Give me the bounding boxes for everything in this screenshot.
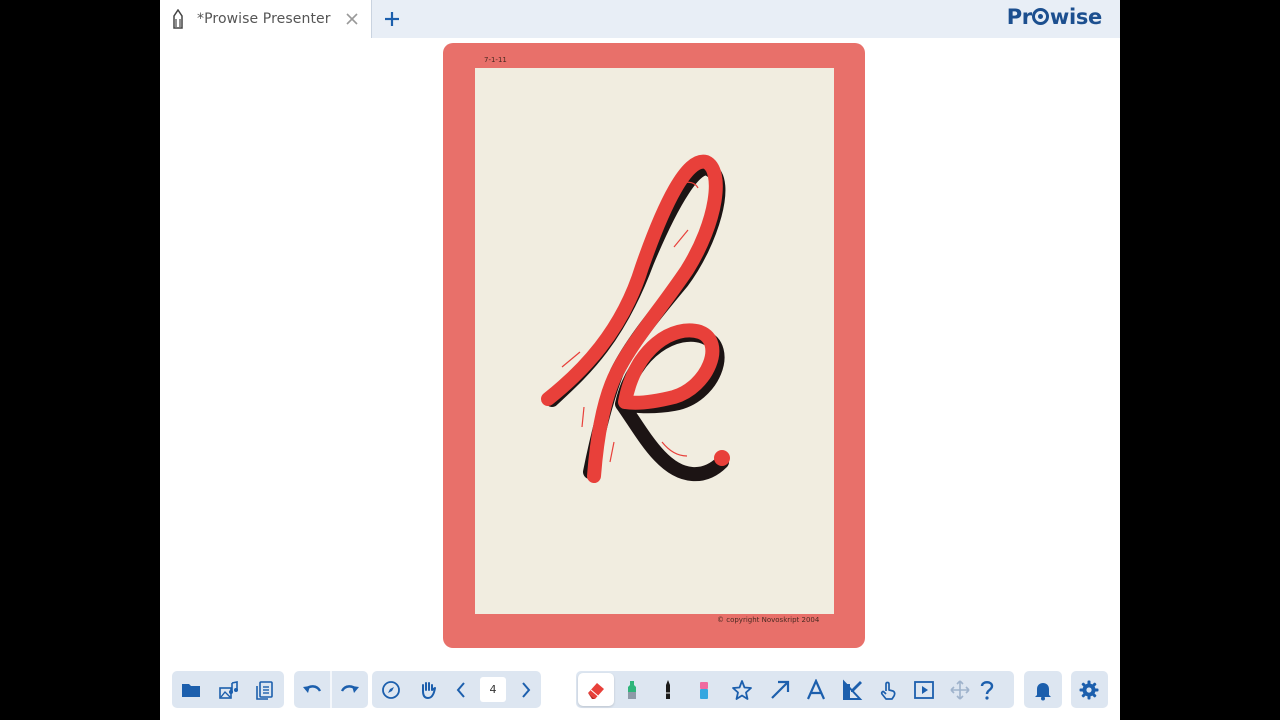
help-button[interactable] xyxy=(969,671,1005,708)
navigation-tools-group: 4 xyxy=(372,671,541,708)
undo-button[interactable] xyxy=(294,671,330,708)
logo-text-end: wise xyxy=(1049,5,1102,29)
presenter-file-icon xyxy=(173,9,183,29)
open-button[interactable] xyxy=(173,671,209,708)
history-tools-group xyxy=(294,671,368,708)
folder-icon xyxy=(182,683,200,697)
chevron-left-icon xyxy=(456,681,465,698)
touch-icon xyxy=(880,681,896,700)
settings-group xyxy=(1071,671,1108,708)
shapes-tool[interactable] xyxy=(724,671,760,708)
pen-tool[interactable] xyxy=(650,671,686,708)
move-icon xyxy=(950,679,970,700)
pen-icon xyxy=(666,679,670,699)
previous-page-button[interactable] xyxy=(443,671,479,708)
ruler-icon xyxy=(843,678,863,700)
close-tab-icon[interactable] xyxy=(344,11,360,27)
compass-button[interactable] xyxy=(373,671,409,708)
eraser-icon xyxy=(588,682,604,699)
media-library-icon xyxy=(219,680,238,699)
undo-icon xyxy=(303,684,322,693)
hand-icon xyxy=(422,681,436,699)
letter-k-end-dot xyxy=(714,450,730,466)
document-tab[interactable]: *Prowise Presenter xyxy=(160,0,371,38)
card-copyright: © copyright Novoskript 2004 xyxy=(717,616,820,624)
star-icon xyxy=(732,679,752,700)
text-icon xyxy=(806,678,826,699)
settings-button[interactable] xyxy=(1071,671,1107,708)
letter-card-image[interactable]: 7-1-11 © copyright Novoskript 2004 xyxy=(442,42,866,649)
card-code: 7-1-11 xyxy=(484,56,507,64)
page-number[interactable]: 4 xyxy=(480,677,506,702)
marker-icon xyxy=(700,681,708,699)
bell-icon xyxy=(1035,682,1051,700)
screen-icon xyxy=(914,680,934,699)
next-page-button[interactable] xyxy=(508,671,544,708)
help-icon xyxy=(980,680,994,700)
logo-o-mark xyxy=(1032,8,1050,25)
eraser-tool[interactable] xyxy=(578,671,614,708)
chevron-right-icon xyxy=(522,681,531,698)
prowise-logo: Pr wise xyxy=(1006,5,1103,29)
screen-tool[interactable] xyxy=(906,671,942,708)
tab-bar: *Prowise Presenter Pr wise xyxy=(160,0,1120,38)
tab-separator xyxy=(371,0,372,38)
pages-icon xyxy=(256,680,273,700)
arrow-icon xyxy=(771,680,790,699)
notifications-button[interactable] xyxy=(1025,671,1061,708)
ruler-tool[interactable] xyxy=(834,671,870,708)
tab-title: *Prowise Presenter xyxy=(197,11,331,27)
highlighter-tool[interactable] xyxy=(614,671,650,708)
text-tool[interactable] xyxy=(798,671,834,708)
redo-icon xyxy=(340,684,359,693)
notifications-group xyxy=(1024,671,1062,708)
touch-tool[interactable] xyxy=(870,671,906,708)
drawing-tools-group xyxy=(576,671,1014,708)
file-tools-group xyxy=(172,671,284,708)
media-library-button[interactable] xyxy=(210,671,246,708)
line-tool[interactable] xyxy=(762,671,798,708)
logo-text-start: Pr xyxy=(1006,5,1032,29)
highlighter-icon xyxy=(628,680,636,699)
presenter-window: *Prowise Presenter Pr wise 7-1-11 © copyr… xyxy=(160,0,1120,720)
gear-icon xyxy=(1079,680,1099,699)
compass-icon xyxy=(382,680,400,699)
pan-button[interactable] xyxy=(410,671,446,708)
new-tab-plus-icon[interactable] xyxy=(382,9,402,29)
pages-button[interactable] xyxy=(247,671,283,708)
redo-button[interactable] xyxy=(332,671,368,708)
marker-tool[interactable] xyxy=(686,671,722,708)
